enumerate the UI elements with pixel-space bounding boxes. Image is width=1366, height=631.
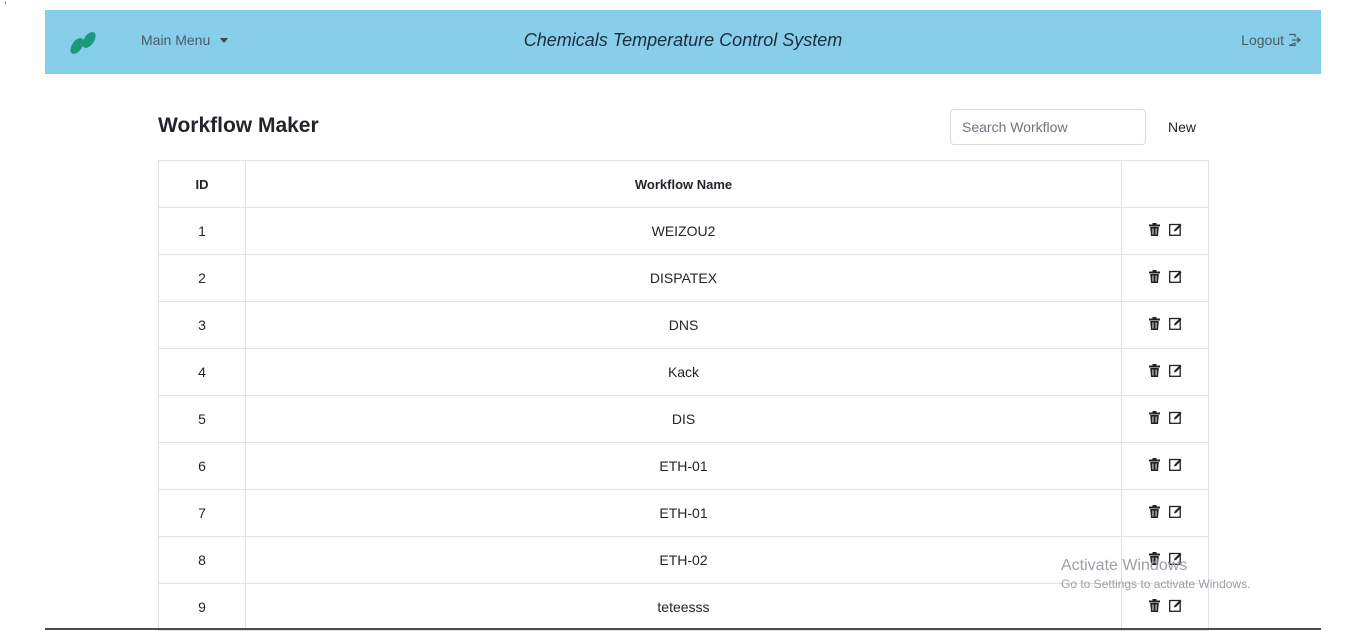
cell-id: 2	[158, 254, 246, 302]
cell-workflow-name: ETH-01	[245, 442, 1122, 490]
cell-id: 8	[158, 536, 246, 584]
edit-icon[interactable]	[1169, 599, 1182, 612]
cell-workflow-name: DISPATEX	[245, 254, 1122, 302]
app-title: Chemicals Temperature Control System	[523, 30, 843, 50]
cell-workflow-name: teteesss	[245, 583, 1122, 631]
cell-actions	[1121, 301, 1209, 349]
page-title: Workflow Maker	[158, 114, 319, 137]
top-left-link-fragment: ,	[4, 0, 8, 6]
table-row: 3 DNS	[158, 301, 1209, 349]
table-row: 5 DIS	[158, 395, 1209, 443]
table-row: 1 WEIZOU2	[158, 207, 1209, 255]
header-actions	[1121, 160, 1209, 208]
cell-actions	[1121, 348, 1209, 396]
cell-actions	[1121, 583, 1209, 631]
navbar: Main Menu Chemicals Temperature Control …	[45, 10, 1321, 74]
trash-icon[interactable]	[1148, 411, 1161, 424]
trash-icon[interactable]	[1148, 364, 1161, 377]
edit-icon[interactable]	[1169, 411, 1182, 424]
table-row: 9 teteesss	[158, 583, 1209, 631]
table-row: 2 DISPATEX	[158, 254, 1209, 302]
cell-id: 7	[158, 489, 246, 537]
trash-icon[interactable]	[1148, 317, 1161, 330]
edit-icon[interactable]	[1169, 505, 1182, 518]
edit-icon[interactable]	[1169, 317, 1182, 330]
cell-actions	[1121, 207, 1209, 255]
logout-label: Logout	[1241, 32, 1284, 48]
trash-icon[interactable]	[1148, 505, 1161, 518]
edit-icon[interactable]	[1169, 270, 1182, 283]
header-id: ID	[158, 160, 246, 208]
search-workflow-input[interactable]	[950, 109, 1146, 145]
trash-icon[interactable]	[1148, 552, 1161, 565]
cell-workflow-name: ETH-02	[245, 536, 1122, 584]
edit-icon[interactable]	[1169, 458, 1182, 471]
cell-actions	[1121, 442, 1209, 490]
cell-actions	[1121, 536, 1209, 584]
table-header-row: ID Workflow Name	[158, 160, 1209, 208]
cell-id: 9	[158, 583, 246, 631]
cell-id: 6	[158, 442, 246, 490]
cell-id: 5	[158, 395, 246, 443]
table-row: 6 ETH-01	[158, 442, 1209, 490]
cell-id: 4	[158, 348, 246, 396]
cell-actions	[1121, 395, 1209, 443]
header-workflow-name: Workflow Name	[245, 160, 1122, 208]
cell-workflow-name: ETH-01	[245, 489, 1122, 537]
cell-workflow-name: Kack	[245, 348, 1122, 396]
cell-actions	[1121, 254, 1209, 302]
table-row: 4 Kack	[158, 348, 1209, 396]
edit-icon[interactable]	[1169, 364, 1182, 377]
trash-icon[interactable]	[1148, 223, 1161, 236]
edit-icon[interactable]	[1169, 223, 1182, 236]
cell-workflow-name: DNS	[245, 301, 1122, 349]
cell-workflow-name: DIS	[245, 395, 1122, 443]
trash-icon[interactable]	[1148, 599, 1161, 612]
new-workflow-button[interactable]: New	[1158, 110, 1206, 144]
trash-icon[interactable]	[1148, 270, 1161, 283]
cell-id: 3	[158, 301, 246, 349]
cell-actions	[1121, 489, 1209, 537]
cell-workflow-name: WEIZOU2	[245, 207, 1122, 255]
logout-icon	[1288, 33, 1301, 47]
cell-id: 1	[158, 207, 246, 255]
table-row: 8 ETH-02	[158, 536, 1209, 584]
logout-button[interactable]: Logout	[1241, 32, 1301, 48]
trash-icon[interactable]	[1148, 458, 1161, 471]
edit-icon[interactable]	[1169, 552, 1182, 565]
workflow-table: ID Workflow Name 1 WEIZOU2 2 DISPATEX 3 DNS 4 K…	[158, 160, 1209, 631]
table-row: 7 ETH-01	[158, 489, 1209, 537]
